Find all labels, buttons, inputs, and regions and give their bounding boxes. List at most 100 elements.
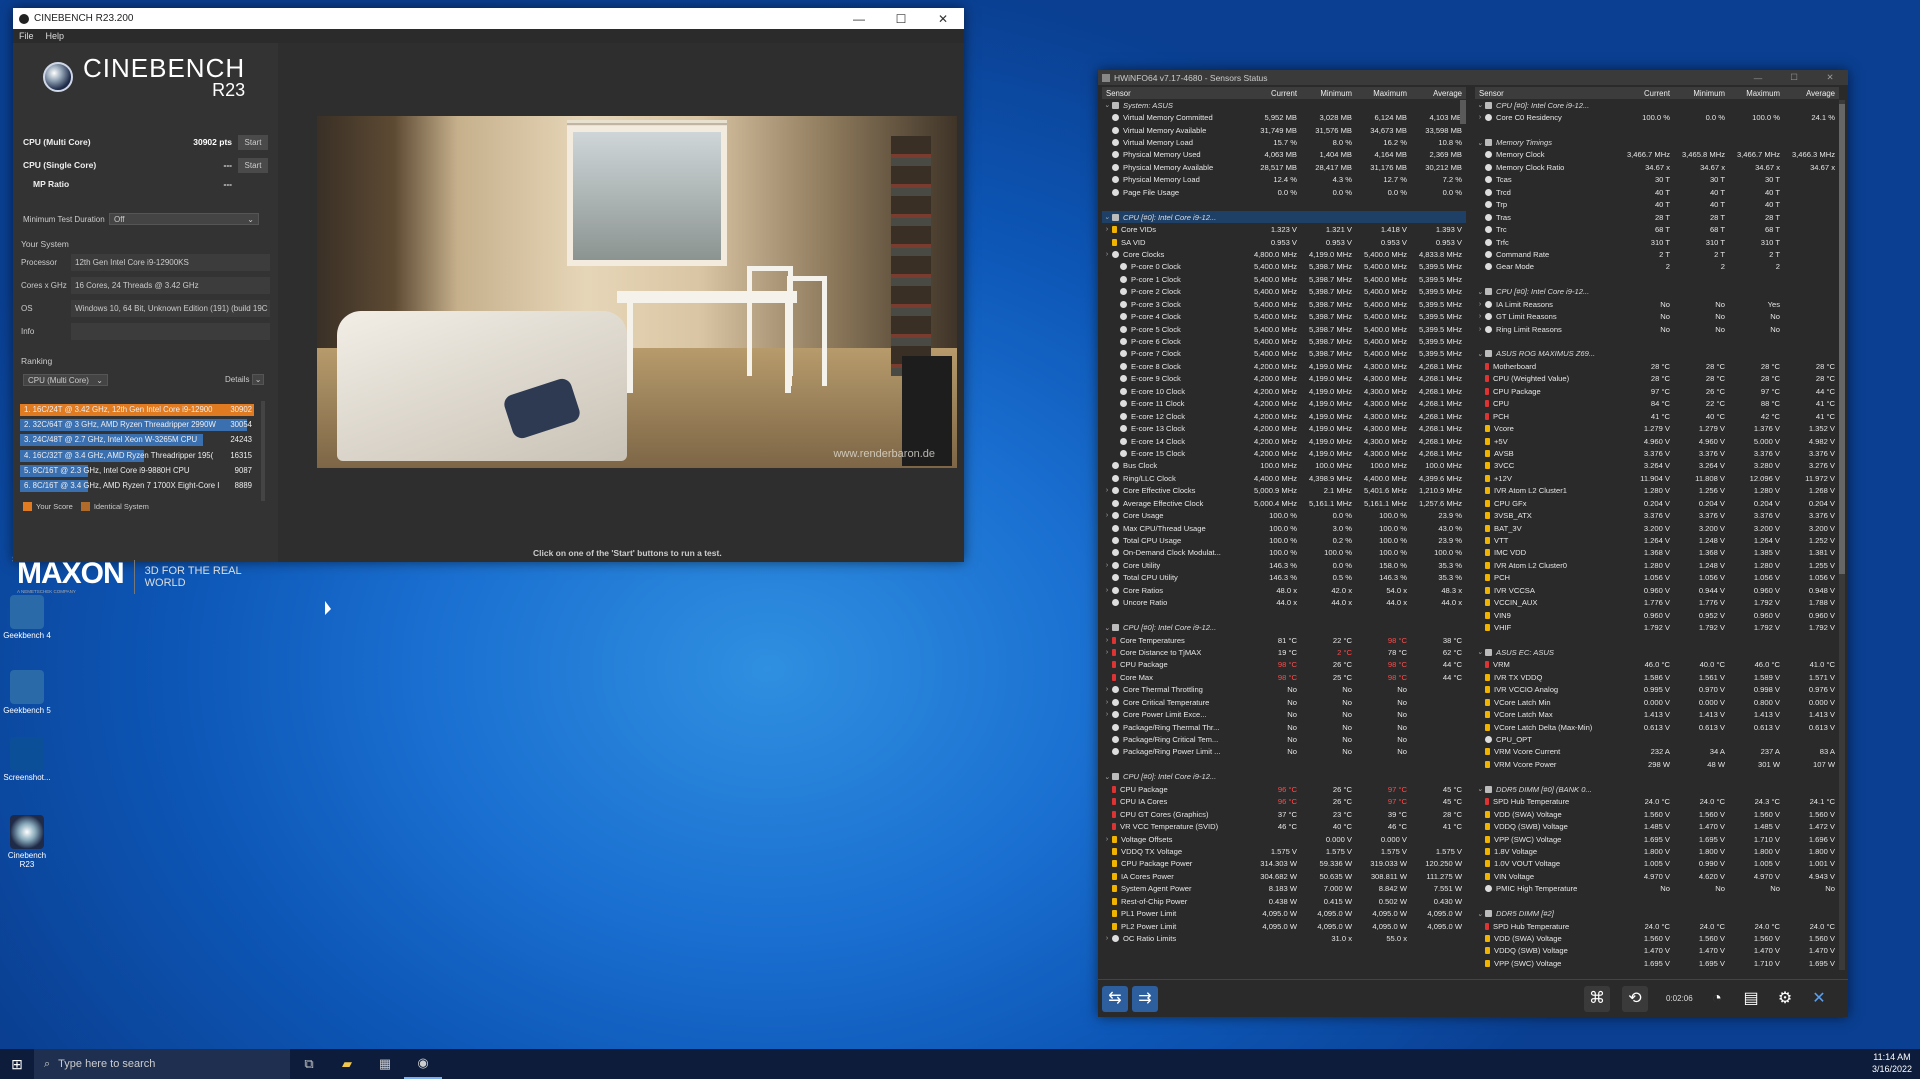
collapse-icon[interactable]: ⌄ xyxy=(1475,910,1485,918)
minimize-button[interactable]: — xyxy=(838,12,880,26)
sensor-row[interactable]: E-core 9 Clock 4,200.0 MHz 4,199.0 MHz 4,30… xyxy=(1102,373,1466,385)
sensor-row[interactable]: Tcas 30 T 30 T 30 T xyxy=(1475,174,1839,186)
sensor-row[interactable]: VHIF 1.792 V 1.792 V 1.792 V 1.792 V xyxy=(1475,621,1839,633)
sensor-row[interactable]: › Core Temperatures 81 °C 22 °C 98 °C 38 °C xyxy=(1102,634,1466,646)
sensor-row[interactable]: Package/Ring Thermal Thr... No No No xyxy=(1102,721,1466,733)
sensor-row[interactable]: CPU_OPT xyxy=(1475,733,1839,745)
sensor-row[interactable]: VCCIN_AUX 1.776 V 1.776 V 1.792 V 1.788 V xyxy=(1475,597,1839,609)
sensor-group-row[interactable]: ⌄ System: ASUS xyxy=(1102,99,1466,111)
sensor-group-row[interactable]: ⌄ CPU [#0]: Intel Core i9-12... xyxy=(1475,286,1839,298)
column-sensor[interactable]: Sensor xyxy=(1102,89,1246,98)
sensor-row[interactable]: Package/Ring Power Limit ... No No No xyxy=(1102,746,1466,758)
hwinfo-window[interactable]: HWiNFO64 v7.17-4680 - Sensors Status — ☐… xyxy=(1098,70,1848,1017)
column-maximum[interactable]: Maximum xyxy=(1356,89,1411,98)
cinebench-titlebar[interactable]: CINEBENCH R23.200 — ☐ ✕ xyxy=(13,8,964,29)
sensor-row[interactable]: AVSB 3.376 V 3.376 V 3.376 V 3.376 V xyxy=(1475,447,1839,459)
close-x-icon[interactable]: ✕ xyxy=(1806,986,1832,1012)
sensor-row[interactable]: › Core Clocks 4,800.0 MHz 4,199.0 MHz 5,400.… xyxy=(1102,248,1466,260)
sensor-row[interactable]: E-core 8 Clock 4,200.0 MHz 4,199.0 MHz 4,30… xyxy=(1102,360,1466,372)
sensor-row[interactable]: 3VSB_ATX 3.376 V 3.376 V 3.376 V 3.376 V xyxy=(1475,509,1839,521)
sensor-row[interactable]: E-core 12 Clock 4,200.0 MHz 4,199.0 MHz 4,3… xyxy=(1102,410,1466,422)
desktop-icon[interactable]: Geekbench 4 xyxy=(2,595,52,640)
sensor-row[interactable]: VDD (SWA) Voltage 1.560 V 1.560 V 1.560 V 1.… xyxy=(1475,808,1839,820)
sensor-row[interactable]: 1.8V Voltage 1.800 V 1.800 V 1.800 V 1.800 V xyxy=(1475,845,1839,857)
sensor-row[interactable]: IVR TX VDDQ 1.586 V 1.561 V 1.589 V 1.571 V xyxy=(1475,671,1839,683)
column-average[interactable]: Average xyxy=(1411,89,1466,98)
expand-icon[interactable]: › xyxy=(1102,487,1112,494)
sensor-row[interactable]: IVR VCCSA 0.960 V 0.944 V 0.960 V 0.948 V xyxy=(1475,584,1839,596)
sensor-row[interactable]: P-core 2 Clock 5,400.0 MHz 5,398.7 MHz 5,40… xyxy=(1102,286,1466,298)
sensor-row[interactable]: +5V 4.960 V 4.960 V 5.000 V 4.982 V xyxy=(1475,435,1839,447)
sensor-row[interactable]: Bus Clock 100.0 MHz 100.0 MHz 100.0 MHz 100.… xyxy=(1102,460,1466,472)
sensor-row[interactable]: Trfc 310 T 310 T 310 T xyxy=(1475,236,1839,248)
clock-icon[interactable]: ◔ xyxy=(1704,986,1730,1012)
sensor-row[interactable]: Uncore Ratio 44.0 x 44.0 x 44.0 x 44.0 x xyxy=(1102,597,1466,609)
expand-icon[interactable]: › xyxy=(1102,226,1112,233)
sensor-group-row[interactable]: ⌄ DDR5 DIMM [#2] xyxy=(1475,907,1839,919)
sensor-row[interactable]: CPU Package 96 °C 26 °C 97 °C 45 °C xyxy=(1102,783,1466,795)
ranking-item[interactable]: 4. 16C/32T @ 3.4 GHz, AMD Ryzen Threadri… xyxy=(20,449,254,463)
sensor-row[interactable]: VRM 46.0 °C 40.0 °C 46.0 °C 41.0 °C xyxy=(1475,659,1839,671)
hwinfo-titlebar[interactable]: HWiNFO64 v7.17-4680 - Sensors Status — ☐… xyxy=(1098,70,1848,85)
desktop-icon[interactable]: Cinebench R23 xyxy=(2,815,52,869)
sensor-row[interactable]: E-core 10 Clock 4,200.0 MHz 4,199.0 MHz 4,3… xyxy=(1102,385,1466,397)
sensor-row[interactable]: Max CPU/Thread Usage 100.0 % 3.0 % 100.0 % 4… xyxy=(1102,522,1466,534)
sensor-row[interactable]: PCH 41 °C 40 °C 42 °C 41 °C xyxy=(1475,410,1839,422)
column-minimum[interactable]: Minimum xyxy=(1674,89,1729,98)
sensor-row[interactable]: › Core VIDs 1.323 V 1.321 V 1.418 V 1.393 V xyxy=(1102,223,1466,235)
sensor-row[interactable]: Total CPU Usage 100.0 % 0.2 % 100.0 % 23.9 % xyxy=(1102,534,1466,546)
desktop-icon[interactable]: Screenshot... xyxy=(2,737,52,782)
expand-icon[interactable]: › xyxy=(1102,251,1112,258)
ranking-item[interactable]: 1. 16C/24T @ 3.42 GHz, 12th Gen Intel Co… xyxy=(20,403,254,417)
expand-icon[interactable]: › xyxy=(1102,686,1112,693)
start-multi-button[interactable]: Start xyxy=(238,134,268,150)
sensor-group-row[interactable]: ⌄ CPU [#0]: Intel Core i9-12... xyxy=(1102,621,1466,633)
reset-icon[interactable]: ⟲ xyxy=(1622,986,1648,1012)
column-header[interactable]: Sensor Current Minimum Maximum Average xyxy=(1475,87,1839,99)
nav-right-icon[interactable]: ⇉ xyxy=(1132,986,1158,1012)
column-maximum[interactable]: Maximum xyxy=(1729,89,1784,98)
sensor-row[interactable]: VCore Latch Max 1.413 V 1.413 V 1.413 V 1.41… xyxy=(1475,708,1839,720)
sensor-row[interactable]: CPU GFx 0.204 V 0.204 V 0.204 V 0.204 V xyxy=(1475,497,1839,509)
sensor-row[interactable]: VCore Latch Min 0.000 V 0.000 V 0.800 V 0.00… xyxy=(1475,696,1839,708)
ranking-item[interactable]: 2. 32C/64T @ 3 GHz, AMD Ryzen Threadripp… xyxy=(20,418,254,432)
sensor-row[interactable]: CPU 84 °C 22 °C 88 °C 41 °C xyxy=(1475,398,1839,410)
network-icon[interactable]: ⌘ xyxy=(1584,986,1610,1012)
sensor-row[interactable]: System Agent Power 8.183 W 7.000 W 8.842 W 7… xyxy=(1102,883,1466,895)
task-view-icon[interactable]: ⧉ xyxy=(290,1049,328,1079)
sensor-row[interactable]: Memory Clock Ratio 34.67 x 34.67 x 34.67 x 3… xyxy=(1475,161,1839,173)
sensor-row[interactable]: SPD Hub Temperature 24.0 °C 24.0 °C 24.0 °C… xyxy=(1475,920,1839,932)
column-average[interactable]: Average xyxy=(1784,89,1839,98)
sensor-row[interactable]: VTT 1.264 V 1.248 V 1.264 V 1.252 V xyxy=(1475,534,1839,546)
ranking-scrollbar[interactable] xyxy=(261,401,265,501)
sensor-row[interactable]: CPU Package 97 °C 26 °C 97 °C 44 °C xyxy=(1475,385,1839,397)
sensor-row[interactable]: Vcore 1.279 V 1.279 V 1.376 V 1.352 V xyxy=(1475,422,1839,434)
sensor-row[interactable]: Trcd 40 T 40 T 40 T xyxy=(1475,186,1839,198)
sensor-group-row[interactable]: ⌄ CPU [#0]: Intel Core i9-12... xyxy=(1475,99,1839,111)
collapse-icon[interactable]: ⌄ xyxy=(1475,288,1485,296)
sensor-row[interactable]: PL2 Power Limit 4,095.0 W 4,095.0 W 4,095.0… xyxy=(1102,920,1466,932)
system-tray[interactable]: 11:14 AM 3/16/2022 xyxy=(1872,1051,1912,1075)
sensor-row[interactable]: SPD Hub Temperature 24.0 °C 24.0 °C 24.3 °C… xyxy=(1475,796,1839,808)
sensor-row[interactable]: Virtual Memory Load 15.7 % 8.0 % 16.2 % 10.8… xyxy=(1102,136,1466,148)
expand-icon[interactable]: › xyxy=(1475,301,1485,308)
sensor-row[interactable]: BAT_3V 3.200 V 3.200 V 3.200 V 3.200 V xyxy=(1475,522,1839,534)
sensor-row[interactable]: › OC Ratio Limits 31.0 x 55.0 x xyxy=(1102,932,1466,944)
sensor-row[interactable]: Total CPU Utility 146.3 % 0.5 % 146.3 % 35.3… xyxy=(1102,572,1466,584)
sensor-row[interactable]: Physical Memory Used 4,063 MB 1,404 MB 4,16… xyxy=(1102,149,1466,161)
min-test-select[interactable]: Off ⌄ xyxy=(109,213,259,225)
sensor-row[interactable]: VDD (SWA) Voltage 1.560 V 1.560 V 1.560 V 1.… xyxy=(1475,932,1839,944)
sensor-row[interactable]: Command Rate 2 T 2 T 2 T xyxy=(1475,248,1839,260)
sensor-row[interactable]: Virtual Memory Available 31,749 MB 31,576 … xyxy=(1102,124,1466,136)
expand-icon[interactable]: › xyxy=(1102,699,1112,706)
expand-icon[interactable]: › xyxy=(1475,114,1485,121)
sensor-row[interactable]: VDDQ (SWB) Voltage 1.470 V 1.470 V 1.470 V 1… xyxy=(1475,945,1839,957)
sensor-group-row[interactable]: ⌄ ASUS EC: ASUS xyxy=(1475,646,1839,658)
sensor-row[interactable]: P-core 5 Clock 5,400.0 MHz 5,398.7 MHz 5,40… xyxy=(1102,323,1466,335)
sensor-row[interactable]: Page File Usage 0.0 % 0.0 % 0.0 % 0.0 % xyxy=(1102,186,1466,198)
settings-gear-icon[interactable]: ⚙ xyxy=(1772,986,1798,1012)
sensor-row[interactable]: VDDQ TX Voltage 1.575 V 1.575 V 1.575 V 1.57… xyxy=(1102,845,1466,857)
sensor-row[interactable]: CPU GT Cores (Graphics) 37 °C 23 °C 39 °C 28… xyxy=(1102,808,1466,820)
column-sensor[interactable]: Sensor xyxy=(1475,89,1619,98)
sensor-row[interactable]: CPU IA Cores 96 °C 26 °C 97 °C 45 °C xyxy=(1102,796,1466,808)
